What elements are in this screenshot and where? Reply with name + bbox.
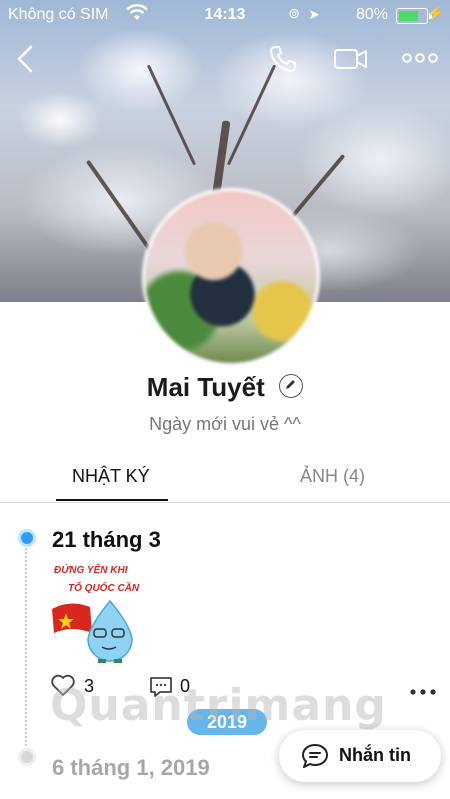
location-icon: ➤	[308, 6, 320, 22]
tab-diary[interactable]: NHẬT KÝ	[72, 466, 150, 487]
rotation-lock-icon: ⊚	[288, 5, 300, 21]
post-date: 21 tháng 3	[52, 527, 161, 552]
profile-status-message: Ngày mới vui vẻ ^^	[149, 414, 301, 434]
chat-bubble-icon	[301, 743, 329, 774]
timeline-dot	[18, 529, 36, 547]
battery-fill	[399, 11, 419, 21]
tree-branch	[146, 64, 197, 166]
profile-name: Mai Tuyết	[146, 372, 265, 402]
water-drop-mascot-icon	[52, 599, 133, 663]
edit-name-icon[interactable]	[279, 373, 304, 398]
charging-icon: ⚡	[426, 5, 444, 21]
profile-tabs: NHẬT KÝ ẢNH (4)	[0, 452, 450, 503]
tree-branch	[226, 64, 277, 166]
active-tab-indicator	[56, 499, 168, 501]
back-icon[interactable]	[14, 44, 36, 79]
battery-icon	[396, 8, 432, 24]
video-call-icon[interactable]	[333, 44, 369, 79]
post-more-icon[interactable]	[410, 683, 436, 701]
avatar[interactable]	[142, 188, 320, 366]
post-date: 6 tháng 1, 2019	[52, 755, 210, 780]
battery-percent: 80%	[355, 6, 388, 23]
timeline-dot	[18, 748, 36, 766]
timeline-line	[25, 533, 27, 753]
profile-name-row: Mai Tuyết	[0, 372, 450, 403]
status-bar: Không có SIM 14:13 ⊚ ➤ 80% ⚡	[0, 0, 450, 30]
more-options-icon[interactable]	[402, 48, 438, 73]
phone-call-icon[interactable]	[268, 44, 298, 79]
send-message-button[interactable]: Nhắn tin	[279, 730, 441, 782]
flag-sticker-image[interactable]: ĐỨNG YÊN KHI TỔ QUỐC CẦN	[50, 563, 150, 663]
tab-photos[interactable]: ẢNH (4)	[300, 466, 365, 487]
watermark: Quantrimang	[50, 680, 387, 731]
send-message-label: Nhắn tin	[339, 745, 411, 765]
